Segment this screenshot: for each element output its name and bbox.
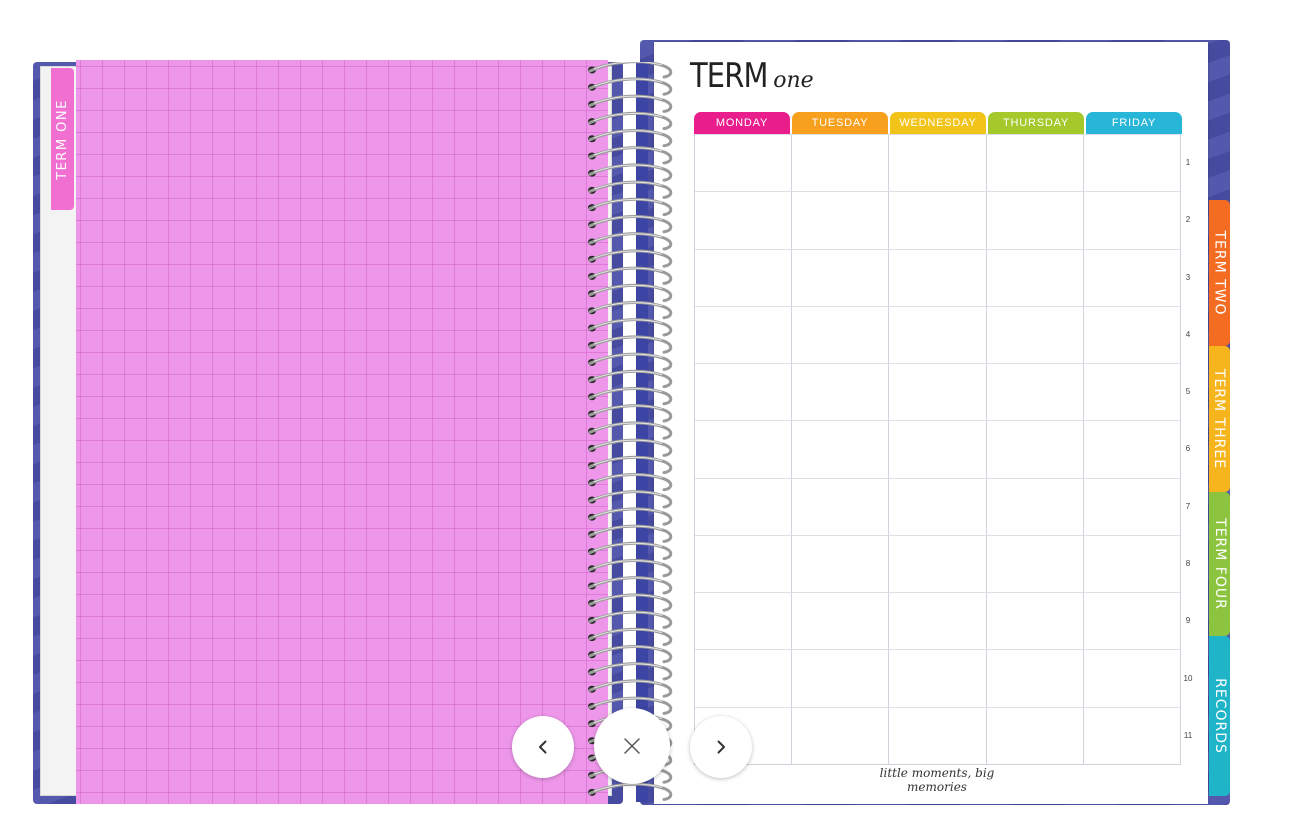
day-header-tuesday: TUESDAY [792,112,888,134]
timetable-cell [889,191,987,249]
timetable-cell [889,592,987,650]
chevron-left-icon [539,740,547,754]
timetable-cell [889,706,987,764]
timetable-grid [694,134,1181,765]
timetable-cell [792,649,890,707]
side-tab-term-four[interactable]: TERM FOUR [1209,492,1230,636]
timetable-cell [986,649,1084,707]
timetable-cell [1083,477,1181,535]
timetable-cell [986,420,1084,478]
timetable-cell [986,363,1084,421]
side-tab-term-two[interactable]: TERM TWO [1209,200,1230,346]
row-number: 1 [1185,158,1191,168]
timetable-cell [986,534,1084,593]
day-header-wednesday: WEDNESDAY [890,112,986,134]
chevron-right-icon [717,740,725,754]
timetable-cell [1083,248,1181,306]
day-header-friday: FRIDAY [1086,112,1182,134]
timetable-cell [889,305,987,364]
timetable-cell [986,477,1084,535]
title-main: TERM [690,56,768,96]
timetable-cell [792,592,890,650]
timetable-cell [986,134,1084,192]
close-icon [624,738,640,754]
spiral-spine [636,62,648,802]
spiral-coils [588,62,673,802]
timetable-cell [792,706,890,764]
row-number: 8 [1185,559,1191,569]
timetable-cell [695,363,793,421]
row-number: 10 [1183,673,1193,683]
side-tab-records[interactable]: RECORDS [1209,636,1230,796]
day-header-thursday: THURSDAY [988,112,1084,134]
timetable-cell [889,420,987,478]
timetable-cell [792,134,890,192]
timetable-cell [986,592,1084,650]
timetable-cell [695,191,793,249]
row-number: 3 [1185,272,1191,282]
row-numbers: 1 2 3 4 5 6 7 8 9 10 11 [1180,134,1196,764]
timetable-cell [792,534,890,593]
close-button[interactable] [594,708,670,784]
timetable-cell [889,534,987,593]
timetable-cell [1083,191,1181,249]
previous-button[interactable] [512,716,574,778]
timetable-cell [889,248,987,306]
row-number: 11 [1183,730,1193,740]
timetable-cell [695,649,793,707]
title-script: one [773,68,814,93]
timetable-cell [986,191,1084,249]
timetable-cell [695,534,793,593]
timetable-cell [695,134,793,192]
timetable-cell [792,248,890,306]
timetable-cell [695,420,793,478]
timetable-cell [1083,420,1181,478]
row-number: 5 [1185,387,1191,397]
grid-paper-page [76,60,608,804]
spiral-binding [580,62,680,802]
next-button[interactable] [690,716,752,778]
row-number: 7 [1185,501,1191,511]
timetable-cell [1083,706,1181,764]
timetable-cell [792,363,890,421]
timetable-cell [889,477,987,535]
side-tab-label: TERM TWO [1211,230,1228,316]
timetable-cell [986,305,1084,364]
left-tab-label: TERM ONE [55,98,70,180]
timetable-cell [695,248,793,306]
timetable-cell [792,420,890,478]
timetable-cell [695,592,793,650]
left-tab-term-one: TERM ONE [51,68,74,210]
timetable-cell [695,477,793,535]
side-tab-label: RECORDS [1211,678,1228,754]
row-number: 4 [1185,329,1191,339]
timetable-cell [1083,363,1181,421]
weekday-header: MONDAY TUESDAY WEDNESDAY THURSDAY FRIDAY [694,112,1182,134]
row-number: 2 [1185,215,1191,225]
timetable-cell [792,477,890,535]
timetable-cell [889,134,987,192]
timetable-cell [889,363,987,421]
page-title: TERM one [690,56,814,104]
timetable-cell [1083,592,1181,650]
side-tab-term-three[interactable]: TERM THREE [1209,346,1230,492]
timetable-cell [1083,534,1181,593]
row-number: 6 [1185,444,1191,454]
side-tab-label: TERM THREE [1211,368,1228,470]
timetable-cell [792,191,890,249]
timetable-cell [1083,305,1181,364]
day-header-monday: MONDAY [694,112,790,134]
timetable-cell [792,305,890,364]
timetable-cell [986,248,1084,306]
timetable-cell [986,706,1084,764]
timetable-cell [1083,649,1181,707]
row-number: 9 [1185,616,1191,626]
side-tab-label: TERM FOUR [1211,518,1228,610]
timetable-cell [695,305,793,364]
timetable-cell [1083,134,1181,192]
footer-tagline: little moments, big memories [879,766,995,794]
timetable-cell [889,649,987,707]
